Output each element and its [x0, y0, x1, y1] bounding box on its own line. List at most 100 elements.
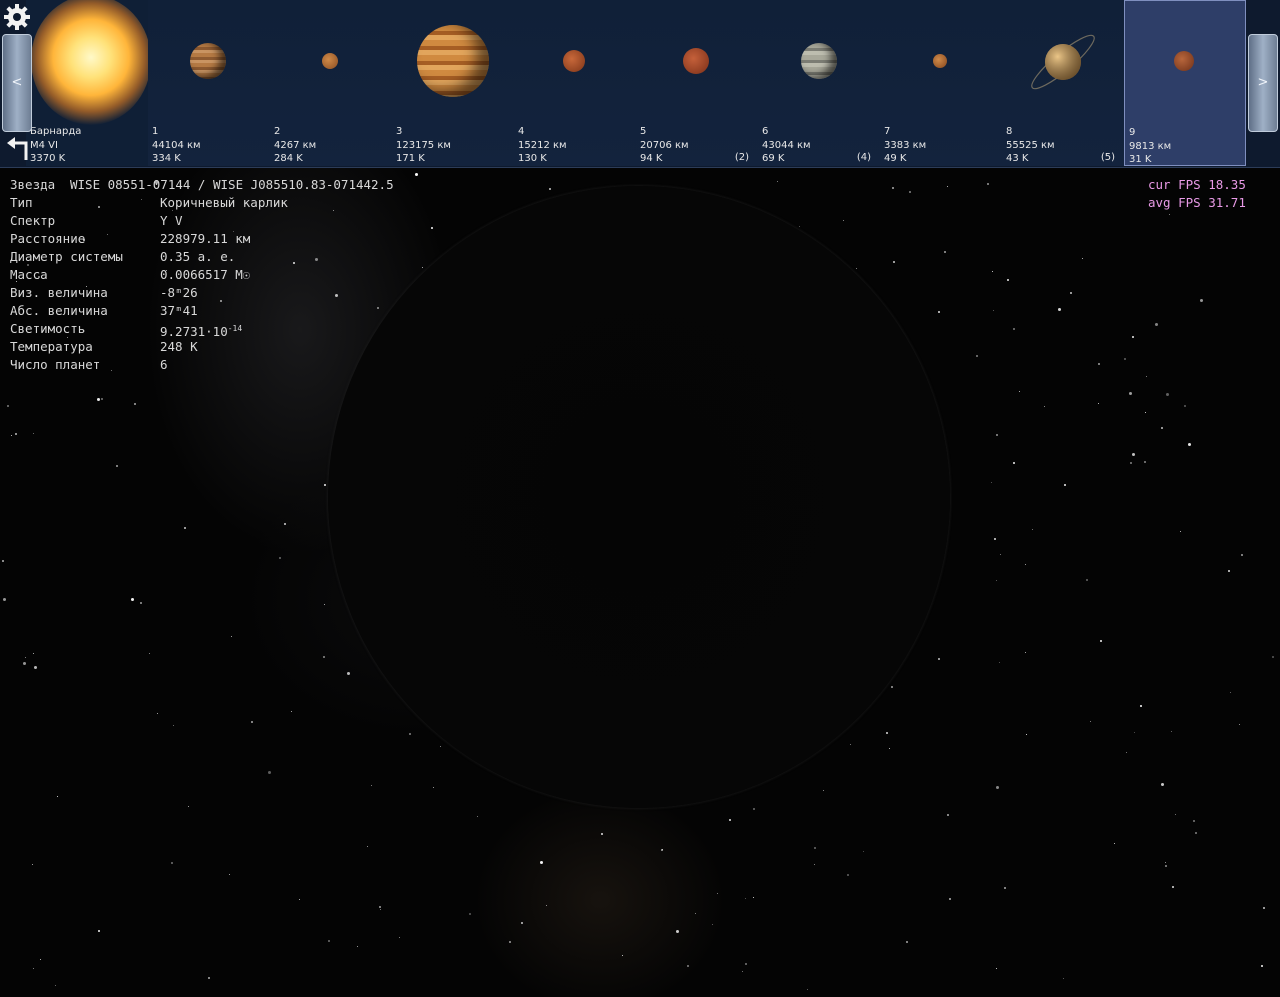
star-dot	[149, 653, 150, 654]
body-card-3[interactable]: 3 123175 км 171 K	[392, 0, 515, 166]
body-card-9-selected[interactable]: 9 9813 км 31 K	[1124, 0, 1246, 166]
body-card-1[interactable]: 1 44104 км 334 K	[148, 0, 271, 166]
fps-current-label: cur FPS	[1148, 177, 1201, 192]
star-dot	[823, 790, 824, 791]
star-dot	[807, 989, 808, 990]
body-radius: 9813 км	[1129, 140, 1172, 152]
star-dot	[357, 946, 358, 947]
star-dot	[1086, 579, 1088, 581]
star-dot	[996, 786, 999, 789]
body-card-star[interactable]: Барнарда M4 VI 3370 K	[26, 0, 151, 166]
scroll-left-button[interactable]: <	[2, 34, 32, 132]
star-dot	[1172, 886, 1174, 888]
star-dot	[40, 959, 41, 960]
info-label: Абс. величина	[10, 303, 108, 318]
star-dot	[380, 909, 381, 910]
star-dot	[409, 733, 411, 735]
star-dot	[1044, 406, 1045, 407]
scroll-right-button[interactable]: >	[1248, 34, 1278, 132]
body-card-2[interactable]: 2 4267 км 284 K	[270, 0, 393, 166]
star-dot	[1184, 405, 1186, 407]
body-radius: 44104 км	[152, 139, 201, 151]
star-dot	[299, 899, 300, 900]
body-card-4[interactable]: 4 15212 км 130 K	[514, 0, 637, 166]
info-label: Спектр	[10, 213, 56, 228]
info-value: -8ᵐ26	[160, 285, 198, 300]
body-card-5[interactable]: 5 20706 км 94 K (2)	[636, 0, 759, 166]
body-name: Барнарда	[30, 126, 82, 137]
star-dot	[34, 666, 37, 669]
star-dot	[1169, 214, 1170, 215]
star-dot	[1180, 531, 1181, 532]
star-dot	[2, 560, 4, 562]
star-dot	[1228, 570, 1230, 572]
info-value: 6	[160, 357, 168, 372]
fps-average-label: avg FPS	[1148, 195, 1201, 210]
info-label: Светимость	[10, 321, 86, 336]
body-card-7[interactable]: 7 3383 км 49 K	[880, 0, 1003, 166]
star-dot	[1019, 391, 1020, 392]
star-dot	[1126, 752, 1127, 753]
star-dot	[777, 181, 778, 182]
planet-icon	[1174, 51, 1194, 71]
body-card-8[interactable]: 8 55525 км 43 K (5)	[1002, 0, 1125, 166]
star-dot	[687, 965, 689, 967]
star-dot	[1000, 554, 1001, 555]
star-dot	[431, 227, 433, 229]
star-dot	[157, 713, 158, 714]
star-dot	[291, 711, 292, 712]
star-dot	[814, 847, 816, 849]
star-dot	[140, 602, 142, 604]
star-dot	[1058, 308, 1061, 311]
star-dot	[992, 271, 993, 272]
info-value: Y V	[160, 213, 183, 228]
star-dot	[947, 814, 949, 816]
star-dot	[729, 819, 731, 821]
star-dot	[284, 523, 286, 525]
return-arrow-icon[interactable]	[4, 136, 30, 162]
star-dot	[753, 897, 754, 898]
star-dot	[509, 941, 511, 943]
star-dot	[268, 771, 271, 774]
star-dot	[892, 187, 894, 189]
star-dot	[1132, 453, 1135, 456]
star-dot	[1241, 554, 1243, 556]
star-dot	[173, 725, 174, 726]
body-card-6[interactable]: 6 43044 км 69 K (4)	[758, 0, 881, 166]
gear-icon[interactable]	[2, 2, 32, 32]
star-dot	[55, 985, 56, 986]
star-dot	[886, 732, 888, 734]
info-label: Диаметр системы	[10, 249, 123, 264]
planet-icon	[683, 48, 709, 74]
star-dot	[220, 300, 222, 302]
star-dot	[323, 656, 325, 658]
star-dot	[850, 744, 851, 745]
star-dot	[1263, 907, 1265, 909]
star-dot	[208, 977, 210, 979]
star-dot	[1114, 843, 1115, 844]
info-label: Расстояние	[10, 231, 86, 246]
star-dot	[1032, 529, 1033, 530]
body-strip: Барнарда M4 VI 3370 K 1 44104 км 334 K 2…	[0, 0, 1280, 168]
star-dot	[335, 294, 338, 297]
star-dot	[1239, 724, 1240, 725]
star-dot	[1082, 258, 1083, 259]
star-dot	[1140, 705, 1142, 707]
body-name: 5	[640, 126, 647, 137]
star-dot	[1013, 328, 1015, 330]
star-dot	[996, 434, 998, 436]
star-dot	[893, 261, 895, 263]
body-name: 1	[152, 126, 159, 137]
body-radius: 123175 км	[396, 139, 451, 151]
body-temperature: 130 K	[518, 153, 547, 164]
planet-icon	[801, 43, 837, 79]
info-value: Коричневый карлик	[160, 195, 288, 210]
ringed-planet-icon	[1031, 34, 1095, 90]
info-label: Число планет	[10, 357, 101, 372]
star-dot	[814, 864, 815, 865]
star-dot	[107, 234, 108, 235]
brown-dwarf-disk[interactable]	[328, 186, 950, 808]
star-glow	[31, 0, 151, 125]
star-dot	[293, 262, 295, 264]
star-dot	[1230, 692, 1231, 693]
